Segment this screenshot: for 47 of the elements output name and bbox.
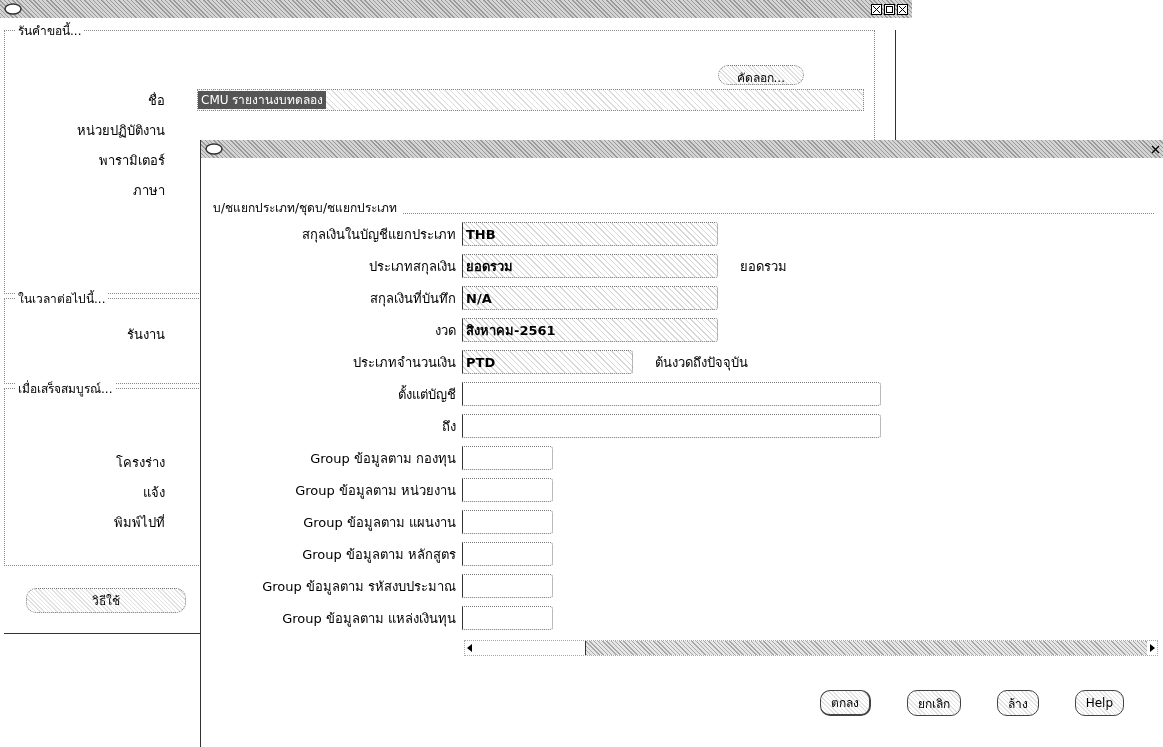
field-label: Group ข้อมูลตาม กองทุน <box>309 449 456 469</box>
name-field[interactable]: CMU รายงานงบทดลอง <box>197 89 864 111</box>
close-icon[interactable] <box>897 3 908 15</box>
field-label: Group ข้อมูลตาม รหัสงบประมาณ <box>261 577 456 597</box>
dialog-button[interactable]: ล้าง <box>996 690 1039 716</box>
help-button[interactable]: วิธีใช้ <box>26 588 186 613</box>
field-description: ต้นงวดถึงปัจจุบัน <box>655 353 748 373</box>
field-description: ยอดรวม <box>740 257 787 276</box>
field-label: ตั้งแต่บัญชี <box>397 384 456 404</box>
field-label: งวด <box>434 321 456 340</box>
field-label: พารามิเตอร์ <box>98 151 165 170</box>
field-label: Group ข้อมูลตาม แหล่งเงินทุน <box>281 609 456 629</box>
dialog-button[interactable]: Help <box>1074 690 1124 716</box>
field-label: ถึง <box>441 417 456 436</box>
input-field[interactable] <box>462 606 553 630</box>
input-field[interactable] <box>462 446 553 470</box>
section-label: บ/ชแยกประเภท/ชุดบ/ชแยกประเภท <box>213 199 398 217</box>
field-label: สกุลเงินที่บันทึก <box>369 289 456 309</box>
maximize-icon[interactable] <box>884 3 895 15</box>
input-field[interactable] <box>462 382 881 406</box>
field-label: รันงาน <box>126 325 165 344</box>
field-value: CMU รายงานงบทดลอง <box>198 91 327 109</box>
field-label: Group ข้อมูลตาม แผนงาน <box>302 513 456 533</box>
copy-button[interactable]: คัดลอก... <box>717 65 804 85</box>
close-icon[interactable] <box>1151 144 1160 154</box>
window-icon <box>4 3 22 15</box>
window-icon <box>205 143 223 155</box>
input-field[interactable] <box>462 510 553 534</box>
field-label: Group ข้อมูลตาม หน่วยงาน <box>294 481 456 501</box>
input-field[interactable] <box>462 478 553 502</box>
input-field[interactable] <box>462 542 553 566</box>
field-label: แจ้ง <box>142 483 165 502</box>
field-label: พิมพ์ไปที่ <box>113 513 165 532</box>
field-label: Group ข้อมูลตาม หลักสูตร <box>301 545 456 565</box>
dialog-button[interactable]: ยกเลิก <box>906 690 961 716</box>
section-title: เมื่อเสร็จสมบูรณ์... <box>15 381 116 397</box>
field-label: ชื่อ <box>147 91 165 110</box>
field-label: ประเภทสกุลเงิน <box>368 257 456 277</box>
dialog-button[interactable]: ตกลง <box>819 690 871 716</box>
field-label: ประเภทจำนวนเงิน <box>352 353 456 372</box>
field-label: สกุลเงินในบัญชีแยกประเภท <box>301 225 456 245</box>
horizontal-scrollbar[interactable] <box>464 640 1158 656</box>
field-label: หน่วยปฏิบัติงาน <box>76 121 165 140</box>
field-label: โครงร่าง <box>115 453 165 472</box>
field-label: ภาษา <box>132 181 165 200</box>
input-field[interactable] <box>462 574 553 598</box>
input-field[interactable] <box>462 414 881 438</box>
